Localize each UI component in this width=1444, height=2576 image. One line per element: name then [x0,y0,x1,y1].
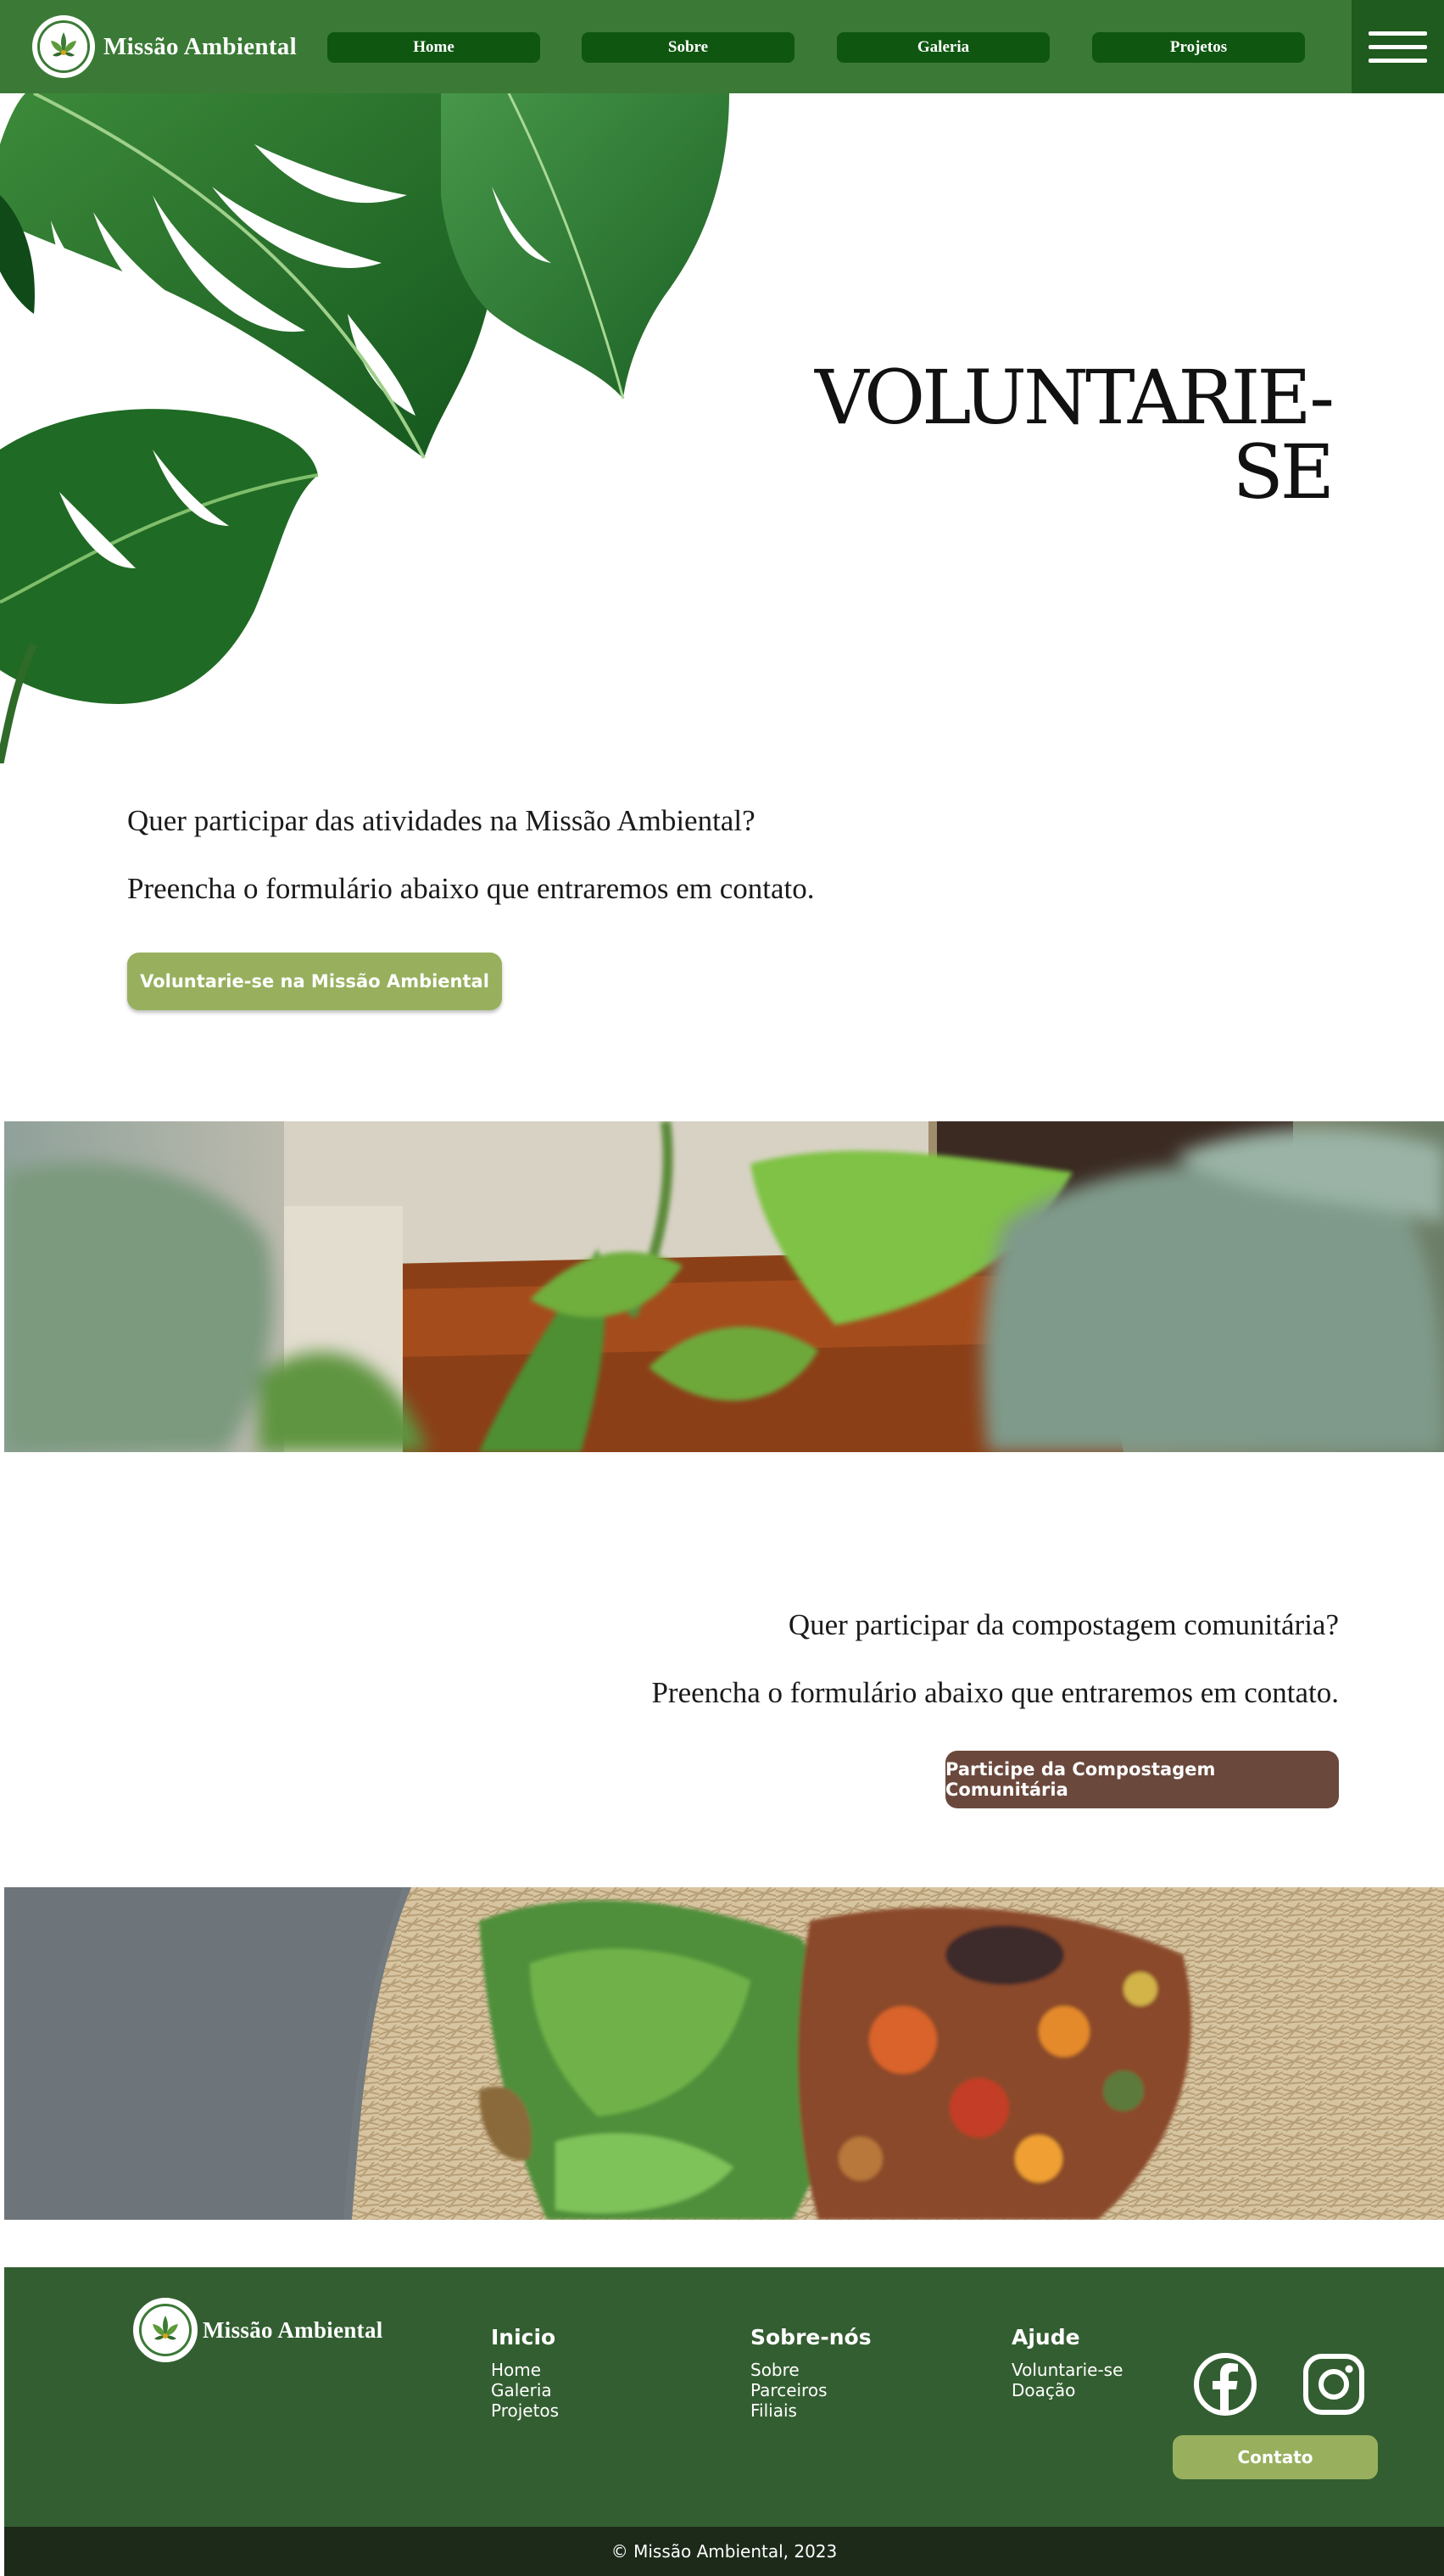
volunteer-instruction: Preencha o formulário abaixo que entrare… [127,872,815,905]
footer-col-sobre-nos: Sobre-nós Sobre Parceiros Filiais [750,2325,872,2421]
nav-home-button[interactable]: Home [327,32,540,63]
footer-brand-name: Missão Ambiental [203,2316,383,2343]
footer-link-filiais[interactable]: Filiais [750,2400,872,2421]
footer-brand-link[interactable]: Missão Ambiental [133,2298,383,2362]
monstera-leaves-image [0,92,738,764]
compost-question: Quer participar da compostagem comunitár… [788,1608,1339,1641]
footer-col-title: Sobre-nós [750,2325,872,2350]
site-footer: Missão Ambiental Inicio Home Galeria Pro… [4,2267,1444,2527]
volunteer-question: Quer participar das atividades na Missão… [127,804,755,837]
footer-link-projetos[interactable]: Projetos [491,2400,559,2421]
volunteer-button[interactable]: Voluntarie-se na Missão Ambiental [127,953,502,1010]
footer-link-parceiros[interactable]: Parceiros [750,2380,872,2400]
logo-icon [32,15,95,78]
nav-sobre-button[interactable]: Sobre [582,32,794,63]
nav-galeria-button[interactable]: Galeria [837,32,1050,63]
contact-button[interactable]: Contato [1173,2435,1378,2479]
footer-link-voluntarie-se[interactable]: Voluntarie-se [1012,2360,1123,2380]
footer-col-title: Inicio [491,2325,556,2350]
brand-logo-link[interactable]: Missão Ambiental [32,14,297,79]
footer-link-sobre[interactable]: Sobre [750,2360,872,2380]
footer-link-home[interactable]: Home [491,2360,559,2380]
brand-name: Missão Ambiental [103,32,297,60]
footer-col-title: Ajude [1012,2325,1080,2350]
compost-pile-image [4,1887,1444,2220]
footer-col-ajude: Ajude Voluntarie-se Doação [1012,2325,1123,2400]
facebook-icon[interactable] [1193,2352,1257,2417]
nav-projetos-button[interactable]: Projetos [1092,32,1305,63]
instagram-icon[interactable] [1302,2352,1366,2417]
footer-link-galeria[interactable]: Galeria [491,2380,559,2400]
garden-plants-image [4,1121,1444,1452]
hamburger-menu-icon[interactable] [1352,0,1444,93]
copyright-bar: © Missão Ambiental, 2023 [4,2527,1444,2576]
footer-col-inicio: Inicio Home Galeria Projetos [491,2325,559,2421]
page-title: VOLUNTARIE-SE [815,354,1335,516]
footer-logo-icon [133,2298,198,2362]
compost-button[interactable]: Participe da Compostagem Comunitária [945,1751,1339,1808]
site-header: Missão Ambiental Home Sobre Galeria Proj… [0,0,1444,93]
footer-link-doacao[interactable]: Doação [1012,2380,1123,2400]
compost-instruction: Preencha o formulário abaixo que entrare… [651,1676,1339,1709]
